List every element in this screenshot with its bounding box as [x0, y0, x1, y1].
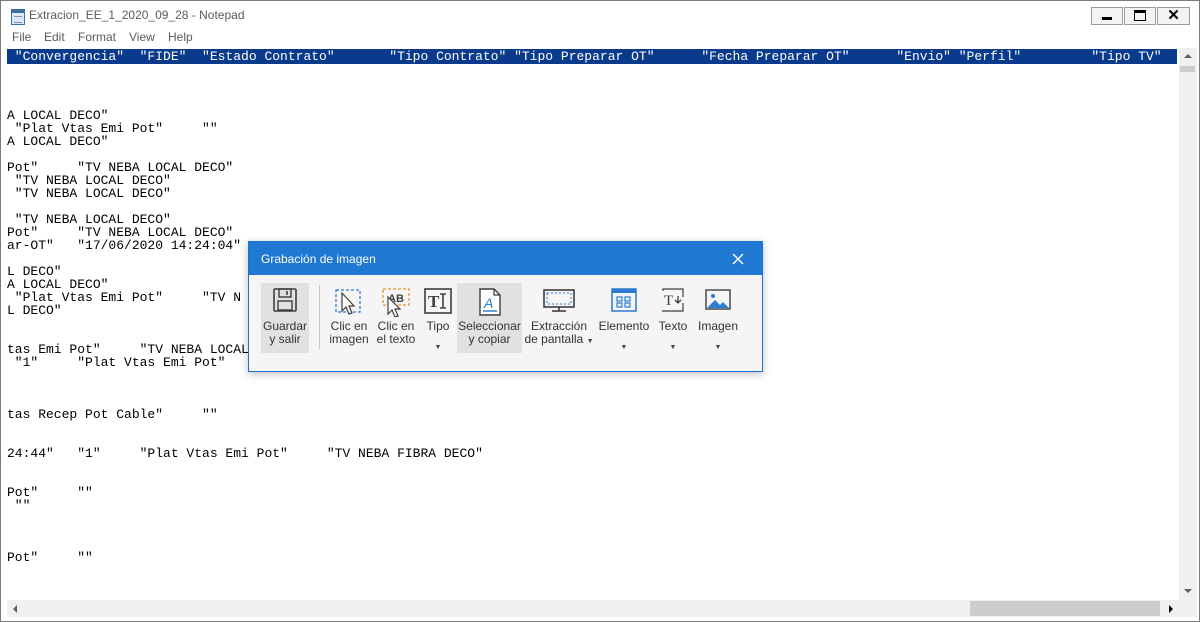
chevron-down-icon: ▼: [620, 344, 628, 351]
picture-icon: [705, 289, 731, 310]
text-line: L DECO": [7, 303, 62, 318]
text-line: ar-OT" "17/06/2020 14:24:04": [7, 238, 242, 253]
floppy-disk-icon: [273, 288, 297, 312]
minimize-icon: [1102, 17, 1112, 20]
text-line: "": [7, 498, 31, 513]
text-line: 24:44" "1" "Plat Vtas Emi Pot" "TV NEBA …: [7, 446, 483, 461]
type-dropdown-button[interactable]: T Tipo ▼: [419, 283, 457, 353]
text-line: "TV NEBA LOCAL DECO": [7, 186, 171, 201]
scroll-left-button[interactable]: [7, 600, 24, 617]
svg-text:T: T: [428, 292, 440, 311]
tool-label: Elemento: [598, 319, 650, 333]
scroll-up-button[interactable]: [1179, 48, 1197, 65]
click-image-button[interactable]: Clic en imagen: [327, 283, 371, 353]
svg-text:A: A: [483, 295, 493, 311]
menu-bar: File Edit Format View Help: [1, 27, 1199, 47]
scroll-right-button[interactable]: [1162, 600, 1179, 617]
tool-label: imagen: [329, 332, 369, 346]
tool-label: Imagen: [697, 319, 739, 333]
chevron-down-icon: ▼: [586, 338, 594, 345]
svg-text:T: T: [664, 293, 673, 309]
close-window-button[interactable]: ✕: [1157, 7, 1190, 25]
chevron-down-icon: ▼: [714, 344, 722, 351]
menu-file[interactable]: File: [12, 29, 31, 45]
tool-label: Clic en: [377, 319, 415, 333]
menu-edit[interactable]: Edit: [44, 29, 65, 45]
element-grid-icon: [611, 288, 637, 312]
close-icon: ✕: [1167, 7, 1180, 24]
menu-view[interactable]: View: [129, 29, 155, 45]
image-recording-dialog: Grabación de imagen Guardar y salir Clic …: [248, 241, 763, 372]
tool-label: Seleccionar: [458, 319, 521, 333]
vertical-scrollbar[interactable]: [1179, 48, 1197, 600]
tool-label: Tipo: [426, 319, 450, 333]
horizontal-scrollbar[interactable]: [7, 600, 1179, 617]
tool-label: Clic en: [330, 319, 368, 333]
notepad-icon[interactable]: [11, 9, 25, 25]
select-and-copy-button[interactable]: A Seleccionar y copiar: [457, 283, 522, 353]
scrollbar-corner: [1179, 600, 1197, 617]
maximize-icon: [1134, 10, 1146, 21]
vertical-scroll-thumb[interactable]: [1180, 66, 1195, 72]
save-and-exit-button[interactable]: Guardar y salir: [261, 283, 309, 353]
tool-label: Texto: [658, 319, 688, 333]
tool-label: y salir: [269, 332, 301, 346]
type-text-icon: T: [424, 288, 452, 314]
dialog-title: Grabación de imagen: [261, 252, 376, 266]
window-title: Extracion_EE_1_2020_09_28 - Notepad: [29, 8, 245, 22]
text-line: Pot" "": [7, 550, 93, 565]
arrow-up-icon: [1184, 54, 1192, 58]
screen-extraction-dropdown-button[interactable]: Extracción de pantalla ▼: [524, 283, 594, 353]
tool-label: Guardar: [262, 319, 308, 333]
tool-label: y copiar: [468, 332, 511, 346]
menu-format[interactable]: Format: [78, 29, 116, 45]
text-line: A LOCAL DECO": [7, 134, 109, 149]
chevron-down-icon: ▼: [669, 344, 677, 351]
chevron-down-icon: ▼: [434, 344, 442, 351]
tool-label: el texto: [376, 332, 416, 346]
close-icon[interactable]: [729, 250, 747, 268]
tool-label: de pantalla: [524, 332, 584, 346]
minimize-button[interactable]: [1091, 7, 1123, 25]
title-bar[interactable]: Extracion_EE_1_2020_09_28 - Notepad ✕: [1, 1, 1199, 30]
click-text-button[interactable]: AB Clic en el texto: [374, 283, 418, 353]
monitor-icon: [543, 289, 575, 312]
text-click-icon: AB: [382, 288, 410, 317]
dialog-toolbar: Guardar y salir Clic en imagen AB Clic en e…: [249, 275, 762, 371]
toolbar-separator: [319, 285, 320, 349]
arrow-left-icon: [13, 605, 17, 613]
arrow-right-icon: [1169, 605, 1173, 613]
selected-header-line: "Convergencia" "FIDE" "Estado Contrato" …: [7, 49, 1177, 64]
arrow-down-icon: [1184, 589, 1192, 593]
text-dropdown-button[interactable]: T Texto ▼: [653, 283, 693, 353]
text-tool-icon: T: [662, 288, 684, 312]
menu-help[interactable]: Help: [168, 29, 193, 45]
image-dropdown-button[interactable]: Imagen ▼: [695, 283, 741, 353]
horizontal-scroll-thumb[interactable]: [970, 601, 1160, 616]
select-copy-icon: A: [478, 288, 501, 316]
element-dropdown-button[interactable]: Elemento ▼: [597, 283, 651, 353]
dialog-header[interactable]: Grabación de imagen: [249, 242, 762, 275]
scroll-down-button[interactable]: [1179, 583, 1197, 600]
tool-label: Extracción: [530, 319, 588, 333]
maximize-button[interactable]: [1124, 7, 1156, 25]
text-line: tas Recep Pot Cable" "": [7, 407, 218, 422]
image-click-icon: [335, 289, 361, 315]
